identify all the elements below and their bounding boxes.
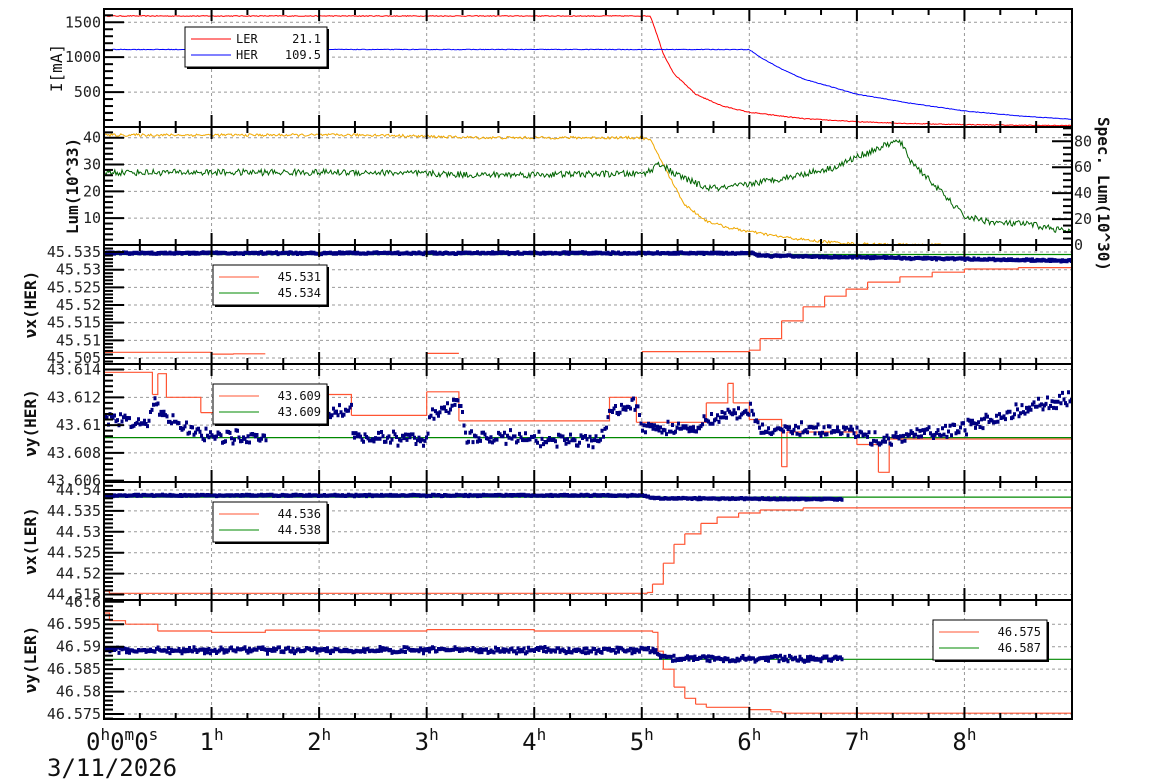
y-tick-label: 45.535: [47, 243, 101, 261]
x-tick-label: 3h: [415, 725, 439, 756]
y-tick-label: 45.515: [47, 314, 101, 332]
legend: 46.575 46.587: [932, 619, 1049, 662]
accelerator-monitor-chart: 50010001500I[mA]LER 21.1HER 109.510203040L…: [21, 8, 1113, 782]
y-tick-label: 30: [83, 156, 101, 174]
x-tick-label: 1h: [200, 725, 224, 756]
y-tick-label: 46.58: [56, 683, 101, 701]
y-tick-label: 46.585: [47, 660, 101, 678]
y-axis-label: Lum(10^33): [63, 138, 82, 234]
y-tick-label: 46.595: [47, 615, 101, 633]
legend-label: LER: [236, 32, 258, 46]
panel-nux-her: 45.50545.5145.51545.5245.52545.5345.535ν…: [21, 243, 1073, 367]
y-tick-label: 40: [83, 129, 101, 147]
x-tick-label: 2h: [307, 725, 331, 756]
y-tick-label: 1500: [65, 13, 101, 31]
panel-frame: [103, 126, 1073, 246]
right-y-tick-label: 20: [1074, 210, 1092, 228]
y-tick-label: 20: [83, 182, 101, 200]
y-tick-label: 44.525: [47, 544, 101, 562]
legend-value: 45.534: [278, 286, 321, 300]
panel-nux-ler: 44.51544.5244.52544.5344.53544.54νx(LER)…: [21, 481, 1073, 604]
y-tick-label: 1000: [65, 48, 101, 66]
legend-value: 45.531: [278, 270, 321, 284]
panel-current: 500 1000 1500 I[mA] LER 21.1 HER 109.5: [47, 8, 1073, 128]
x-tick-label: 6h: [737, 725, 761, 756]
y-tick-label: 43.612: [47, 388, 101, 406]
y-tick-label: 43.614: [47, 361, 101, 379]
right-y-tick-label: 80: [1074, 132, 1092, 150]
y-tick-label: 44.54: [56, 481, 101, 499]
y-tick-label: 500: [74, 83, 101, 101]
legend: 43.609 43.609: [212, 383, 329, 426]
y-tick-label: 43.608: [47, 444, 101, 462]
x-tick-label: 7h: [845, 725, 869, 756]
series-group: [104, 612, 1072, 714]
legend-value: 43.609: [278, 405, 321, 419]
y-tick-label: 44.535: [47, 502, 101, 520]
series-measured: [104, 492, 844, 502]
y-tick-label: 45.53: [56, 261, 101, 279]
legend-value: 44.538: [278, 523, 321, 537]
y-tick-label: 45.525: [47, 278, 101, 296]
legend-value: 46.575: [998, 625, 1041, 639]
legend-value: 46.587: [998, 641, 1041, 655]
series-luminosity: [104, 132, 943, 245]
y-tick-label: 44.53: [56, 523, 101, 541]
series-measured: [104, 645, 844, 664]
panel-nuy-ler: 46.575 46.58 46.585 46.59 46.595 46.6 νy(LER) 4…: [21, 593, 1073, 723]
y-tick-label: 45.52: [56, 296, 101, 314]
x-tick-label: 0h0m0s: [86, 725, 158, 756]
right-y-tick-label: 40: [1074, 184, 1092, 202]
y-axis-label: I[mA]: [47, 44, 66, 92]
y-tick-label: 45.51: [56, 331, 101, 349]
legend-value: 109.5: [285, 48, 321, 62]
y-tick-label: 46.575: [47, 705, 101, 723]
x-tick-label: 8h: [952, 725, 976, 756]
legend: 45.531 45.534: [212, 264, 329, 307]
legend-value: 43.609: [278, 389, 321, 403]
legend: LER 21.1 HER 109.5: [184, 26, 329, 69]
legend-value: 44.536: [278, 507, 321, 521]
date-label: 3/11/2026: [47, 754, 177, 782]
panel-nuy-her: 43.60643.60843.6143.61243.614νy(HER) 43.6…: [21, 361, 1073, 490]
right-y-axis-label: Spec. Lum(10^30): [1094, 117, 1113, 271]
y-tick-label: 46.6: [65, 593, 101, 611]
y-tick-label: 44.52: [56, 565, 101, 583]
legend: 44.536 44.538: [212, 501, 329, 544]
series-group: [104, 132, 1072, 245]
x-tick-label: 4h: [522, 725, 546, 756]
y-tick-label: 43.61: [56, 416, 101, 434]
legend-value: 21.1: [292, 32, 321, 46]
y-axis-label: νy(HER): [21, 389, 40, 456]
right-y-tick-label: 0: [1074, 236, 1083, 254]
y-axis-label: νy(LER): [21, 626, 40, 693]
y-tick-label: 10: [83, 209, 101, 227]
y-tick-label: 46.59: [56, 638, 101, 656]
legend-label: HER: [236, 48, 258, 62]
series-specific-luminosity: [104, 139, 1072, 234]
x-tick-label: 5h: [630, 725, 654, 756]
y-axis-label: νx(HER): [21, 271, 40, 338]
right-y-tick-label: 60: [1074, 158, 1092, 176]
panel-luminosity: 10203040Lum(10^33)020406080 Spec. Lum(10^…: [63, 117, 1113, 271]
y-axis-label: νx(LER): [21, 507, 40, 574]
series-setpoint: [104, 612, 1072, 714]
